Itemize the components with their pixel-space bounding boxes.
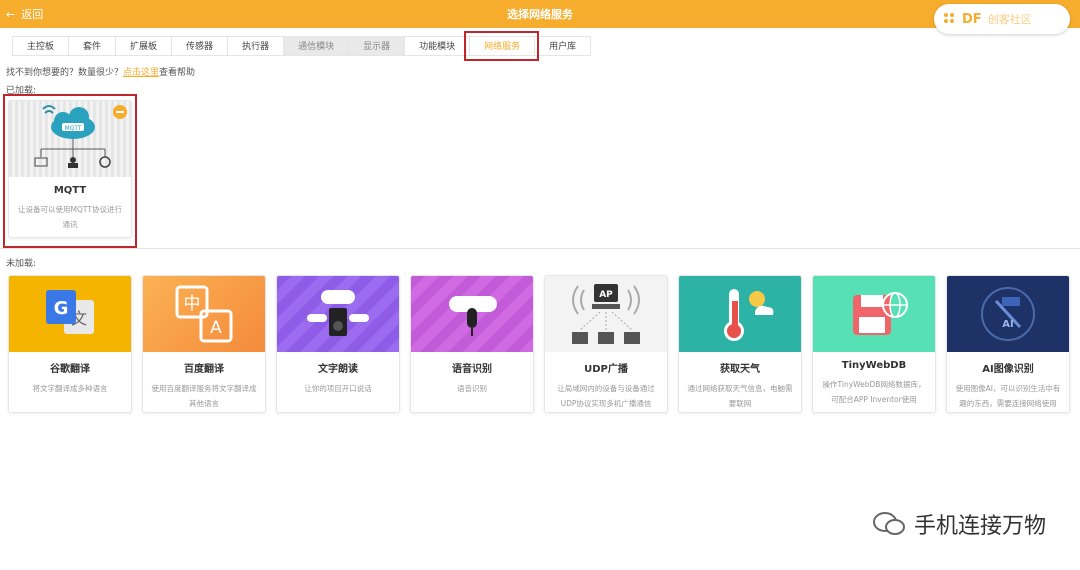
wechat-icon (872, 511, 906, 537)
unloaded-section-label: 未加载: (6, 259, 37, 269)
card-name: 语音识别 (452, 364, 492, 375)
tab-actuators[interactable]: 执行器 (227, 36, 284, 56)
card-name: UDP广播 (584, 364, 628, 375)
card-desc: 通过网络获取天气信息，电脑需要联网 (687, 384, 793, 408)
page-title: 选择网络服务 (507, 8, 573, 21)
extension-card-baidu-translate[interactable]: 中 A 百度翻译 使用百度翻译服务将文字翻译成其他语言 (142, 275, 266, 413)
tab-kits[interactable]: 套件 (68, 36, 116, 56)
badge-brand: DF (962, 11, 982, 27)
tab-communication[interactable]: 通信模块 (283, 36, 349, 56)
help-link[interactable]: 点击这里 (123, 68, 159, 78)
extension-card-tinywebdb[interactable]: TinyWebDB 操作TinyWebDB网络数据库，可配合APP Invent… (812, 275, 936, 413)
category-tabs: 主控板 套件 扩展板 传感器 执行器 通信模块 显示器 功能模块 网络服务 用户… (12, 31, 592, 61)
svg-text:AP: AP (599, 290, 613, 300)
card-desc: 操作TinyWebDB网络数据库，可配合APP Inventor使用 (822, 380, 926, 404)
extension-card-text-to-speech[interactable]: 文字朗读 让你的项目开口说话 (276, 275, 400, 413)
watermark-text: 手机连接万物 (913, 514, 1046, 539)
dots-icon (944, 13, 956, 25)
wechat-watermark: 手机连接万物 (872, 508, 1046, 540)
tab-mainboard[interactable]: 主控板 (12, 36, 69, 56)
speaker-icon (277, 276, 399, 352)
card-name: 谷歌翻译 (50, 364, 90, 375)
top-bar: ← 返回 选择网络服务 (0, 0, 1080, 28)
card-desc: 将文字翻译成多种语言 (32, 384, 108, 393)
extension-card-udp-broadcast[interactable]: AP UDP广播 让局域网内的设备与设备通过UDP协议实现多机广播通信 (544, 275, 668, 413)
card-name: MQTT (53, 185, 87, 196)
mqtt-cloud-icon: MQTT (9, 101, 131, 177)
extension-card-google-translate[interactable]: 文 G 谷歌翻译 将文字翻译成多种语言 (8, 275, 132, 413)
card-desc: 语音识别 (457, 384, 487, 393)
card-name: 获取天气 (720, 364, 760, 375)
extension-card-ai-image[interactable]: AI AI图像识别 使用图像AI，可以识别生活中有趣的东西，需要连接网络使用 (946, 275, 1070, 413)
card-name: TinyWebDB (841, 360, 907, 371)
hint-suffix: 查看帮助 (159, 68, 196, 78)
baidu-translate-icon: 中 A (143, 276, 265, 352)
card-desc: 让局域网内的设备与设备通过UDP协议实现多机广播通信 (557, 384, 655, 408)
tab-network-services[interactable]: 网络服务 (464, 31, 540, 61)
microphone-icon (411, 276, 533, 352)
thermometer-icon (679, 276, 801, 352)
card-desc: 让设备可以使用MQTT协议进行通讯 (18, 205, 122, 229)
svg-text:MQTT: MQTT (64, 125, 81, 132)
badge-sub: 创客社区 (987, 13, 1032, 26)
extension-card-mqtt[interactable]: MQTT MQTT 让设备可以使用MQTT协议进行通讯 (8, 100, 132, 238)
tab-display[interactable]: 显示器 (348, 36, 405, 56)
card-desc: 使用图像AI，可以识别生活中有趣的东西，需要连接网络使用 (955, 384, 1061, 408)
card-desc: 让你的项目开口说话 (304, 384, 372, 393)
card-name: 文字朗读 (318, 364, 358, 375)
help-hint: 找不到你想要的？数量很少？点击这里查看帮助 (6, 65, 195, 78)
svg-text:中: 中 (184, 294, 201, 314)
google-translate-icon: 文 G (9, 276, 131, 352)
udp-broadcast-icon: AP (545, 276, 667, 352)
database-icon (813, 276, 935, 352)
svg-text:AI: AI (1002, 319, 1013, 330)
ai-image-icon: AI (947, 276, 1069, 352)
extension-card-weather[interactable]: 获取天气 通过网络获取天气信息，电脑需要联网 (678, 275, 802, 413)
remove-extension-icon[interactable] (113, 105, 127, 119)
tab-function[interactable]: 功能模块 (404, 36, 470, 56)
section-divider (0, 248, 1080, 249)
tab-user-library[interactable]: 用户库 (534, 36, 592, 56)
card-desc: 使用百度翻译服务将文字翻译成其他语言 (151, 384, 257, 408)
card-name: AI图像识别 (982, 364, 1034, 375)
card-name: 百度翻译 (184, 364, 224, 375)
df-community-badge[interactable]: DF 创客社区 (934, 4, 1070, 34)
svg-text:A: A (210, 318, 222, 338)
hint-prefix: 找不到你想要的？数量很少？ (6, 68, 124, 78)
tab-sensors[interactable]: 传感器 (171, 36, 228, 56)
extension-card-speech-recognition[interactable]: 语音识别 语音识别 (410, 275, 534, 413)
tab-expansion[interactable]: 扩展板 (115, 36, 172, 56)
svg-text:G: G (54, 298, 69, 319)
